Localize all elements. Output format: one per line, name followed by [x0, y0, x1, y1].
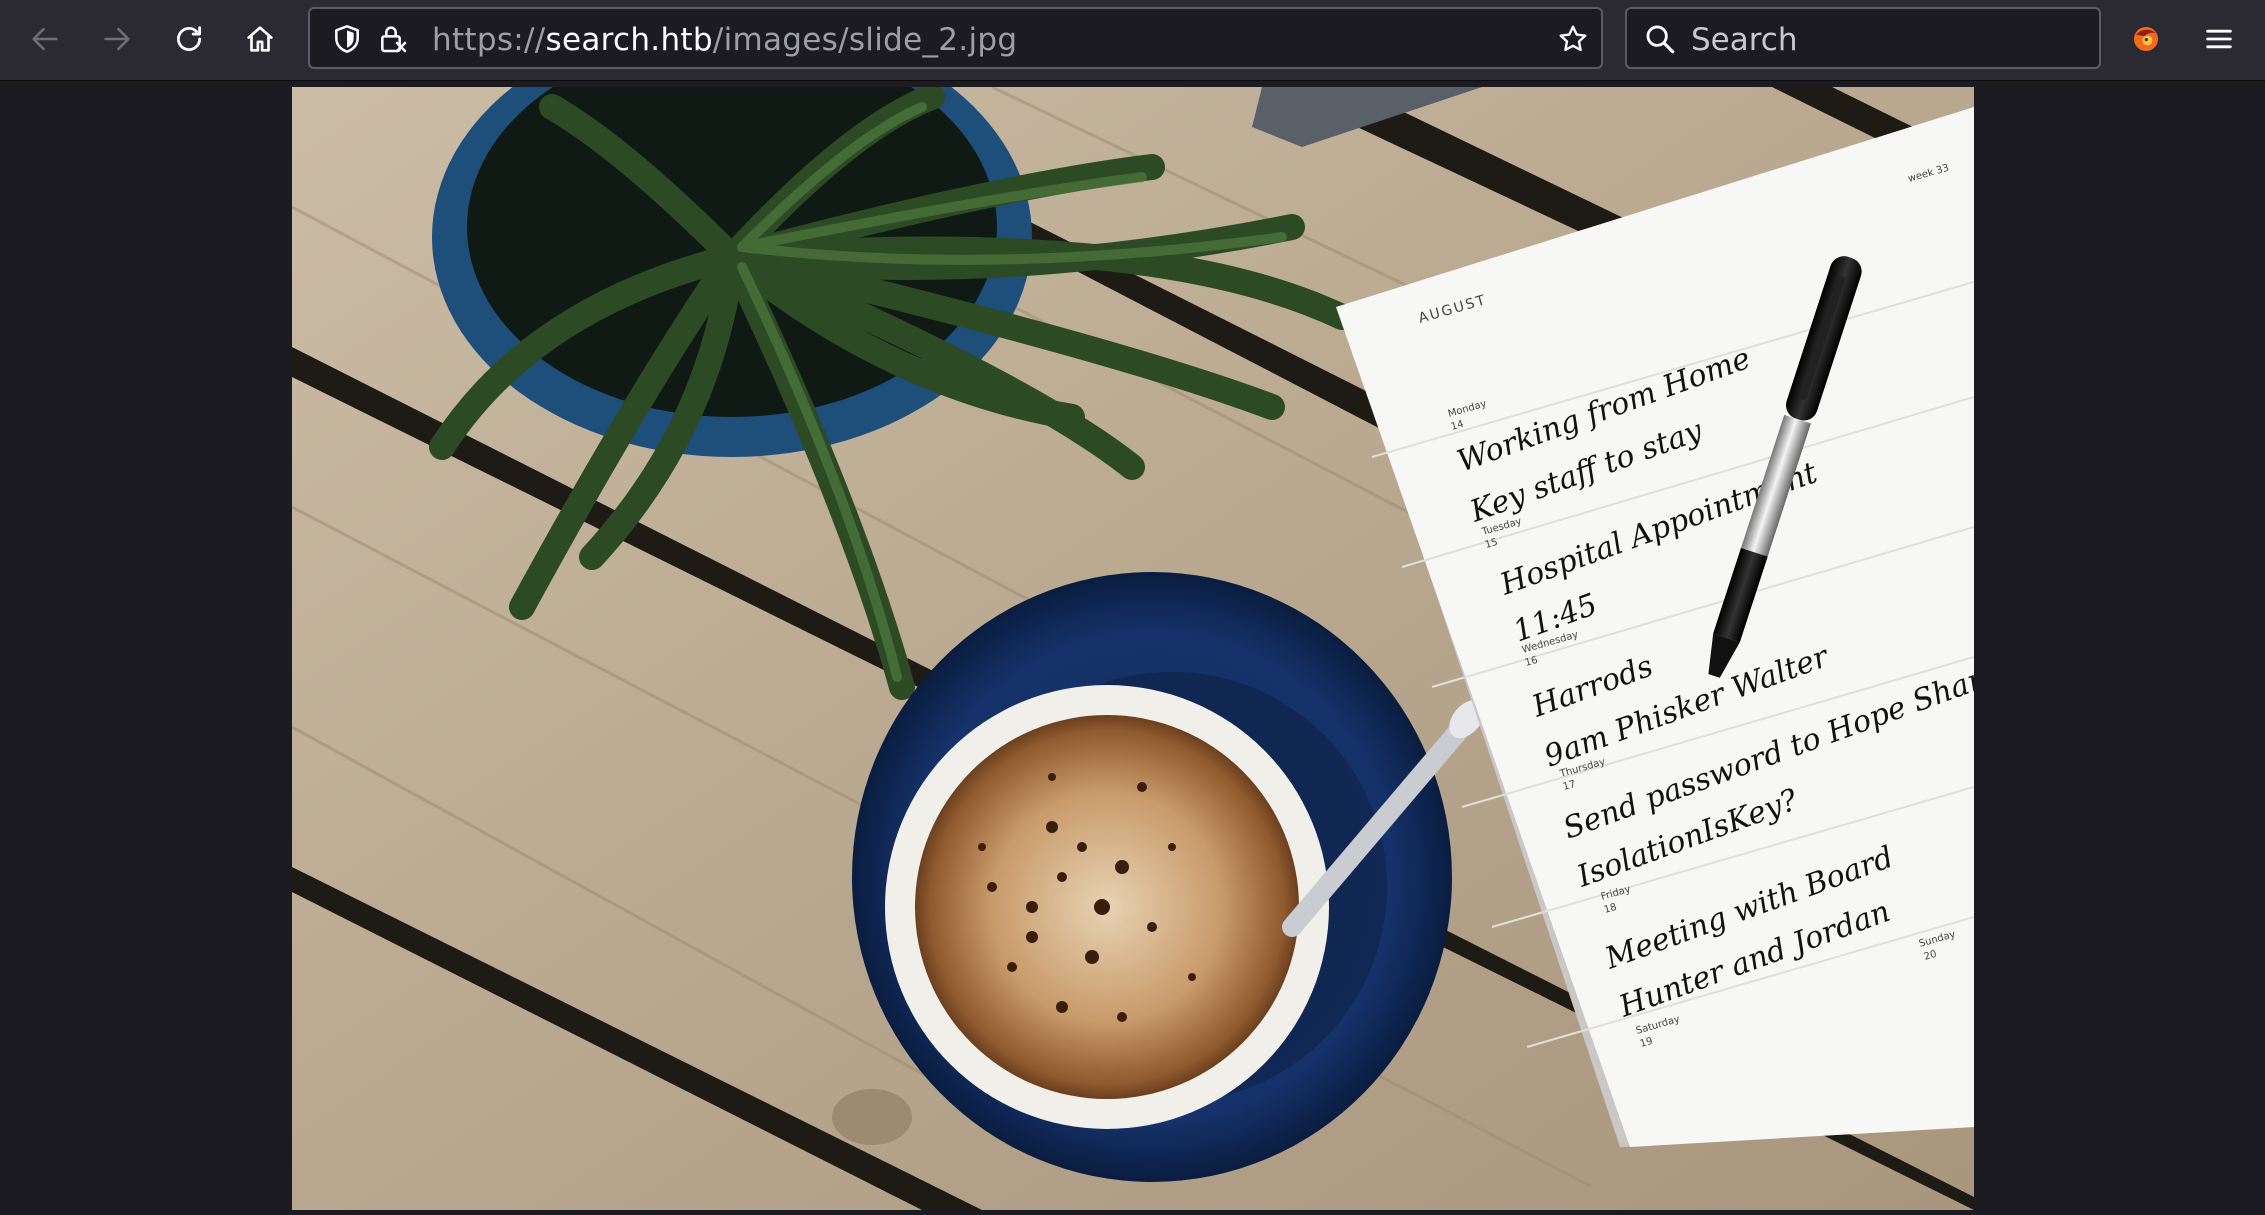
- arrow-right-icon: [104, 27, 130, 51]
- arrow-left-icon: [32, 27, 58, 51]
- home-button[interactable]: [231, 10, 289, 68]
- browser-extension-icon: [2133, 26, 2159, 52]
- url-text[interactable]: https://search.htb/images/slide_2.jpg: [432, 21, 1017, 59]
- search-icon: [1646, 25, 1675, 54]
- reload-button[interactable]: [160, 10, 218, 68]
- star-icon: [1559, 25, 1587, 52]
- search-placeholder: Search: [1691, 22, 1798, 58]
- search-bar[interactable]: Search: [1625, 7, 2101, 69]
- url-scheme: https://: [432, 22, 546, 58]
- forward-button[interactable]: [88, 10, 146, 68]
- image-viewer[interactable]: AUGUST week 33 Monday 14 Tuesday 15 Wedn…: [292, 87, 1974, 1210]
- url-path: /images/slide_2.jpg: [712, 22, 1018, 58]
- photo-coffee-plant-planner: AUGUST week 33 Monday 14 Tuesday 15 Wedn…: [292, 87, 1974, 1210]
- reload-icon: [177, 26, 202, 52]
- shield-icon: [335, 25, 359, 53]
- site-info-button[interactable]: [374, 20, 412, 58]
- lock-icon: [381, 26, 407, 53]
- hamburger-menu-icon: [2206, 29, 2232, 49]
- tracking-protection-button[interactable]: [328, 20, 366, 58]
- back-button[interactable]: [16, 10, 74, 68]
- url-host: search.htb: [545, 22, 713, 58]
- extension-button[interactable]: [2117, 10, 2175, 68]
- bookmark-button[interactable]: [1554, 20, 1592, 58]
- browser-toolbar: https://search.htb/images/slide_2.jpg Se…: [0, 0, 2265, 81]
- address-bar[interactable]: https://search.htb/images/slide_2.jpg: [308, 7, 1603, 69]
- app-menu-button[interactable]: [2190, 10, 2248, 68]
- home-icon: [247, 26, 273, 52]
